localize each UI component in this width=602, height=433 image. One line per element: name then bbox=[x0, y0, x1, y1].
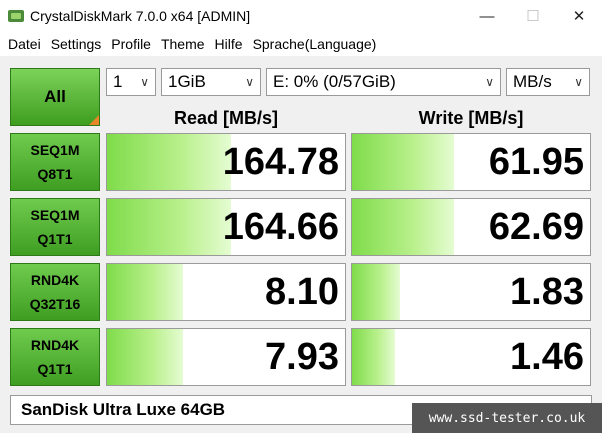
drive-value: E: 0% (0/57GiB) bbox=[273, 72, 396, 91]
watermark: www.ssd-tester.co.uk bbox=[412, 403, 602, 433]
test-count-select[interactable]: 1 ∨ bbox=[106, 68, 156, 96]
corner-marker-icon bbox=[89, 115, 99, 125]
read-value: 164.78 bbox=[222, 141, 339, 183]
write-result-cell: 1.46 bbox=[351, 328, 591, 386]
read-result-cell: 164.66 bbox=[106, 198, 346, 256]
read-value: 8.10 bbox=[265, 271, 339, 313]
write-value: 1.83 bbox=[510, 271, 584, 313]
test-params: Q1T1 bbox=[37, 231, 73, 247]
test-params: Q8T1 bbox=[37, 166, 73, 182]
read-progress-bar bbox=[107, 134, 231, 190]
benchmark-panel: All 1 ∨ 1GiB ∨ E: 0% (0/57GiB) ∨ MB/s ∨ … bbox=[0, 56, 602, 433]
menu-hilfe[interactable]: Hilfe bbox=[211, 32, 247, 56]
write-progress-bar bbox=[352, 264, 400, 320]
test-params: Q1T1 bbox=[37, 361, 73, 377]
window-controls: — ☐ ✕ bbox=[464, 0, 602, 32]
write-value: 61.95 bbox=[488, 141, 584, 183]
read-value: 7.93 bbox=[265, 336, 339, 378]
write-result-cell: 1.83 bbox=[351, 263, 591, 321]
minimize-button[interactable]: — bbox=[464, 0, 510, 32]
write-column-header: Write [MB/s] bbox=[418, 108, 524, 128]
run-all-button[interactable]: All bbox=[10, 68, 100, 126]
test-seq1m-q8t1-button[interactable]: SEQ1M Q8T1 bbox=[10, 133, 100, 191]
test-count-value: 1 bbox=[113, 72, 123, 91]
menu-settings[interactable]: Settings bbox=[47, 32, 106, 56]
run-all-label: All bbox=[44, 87, 66, 106]
write-result-cell: 62.69 bbox=[351, 198, 591, 256]
write-progress-bar bbox=[352, 329, 395, 385]
read-progress-bar bbox=[107, 264, 184, 320]
menu-theme[interactable]: Theme bbox=[157, 32, 209, 56]
chevron-down-icon: ∨ bbox=[140, 75, 149, 89]
menu-profile[interactable]: Profile bbox=[107, 32, 155, 56]
close-button[interactable]: ✕ bbox=[556, 0, 602, 32]
app-disk-icon bbox=[8, 8, 24, 24]
read-progress-bar bbox=[107, 329, 184, 385]
menu-language[interactable]: Sprache(Language) bbox=[249, 32, 381, 56]
read-result-cell: 7.93 bbox=[106, 328, 346, 386]
test-name: RND4K bbox=[30, 337, 80, 353]
menu-bar: Datei Settings Profile Theme Hilfe Sprac… bbox=[0, 32, 602, 56]
drive-select[interactable]: E: 0% (0/57GiB) ∨ bbox=[266, 68, 501, 96]
write-result-cell: 61.95 bbox=[351, 133, 591, 191]
maximize-button[interactable]: ☐ bbox=[510, 0, 556, 32]
write-value: 62.69 bbox=[488, 206, 584, 248]
write-progress-bar bbox=[352, 134, 455, 190]
test-params: Q32T16 bbox=[29, 296, 81, 312]
test-name: SEQ1M bbox=[30, 142, 80, 158]
test-name: SEQ1M bbox=[30, 207, 80, 223]
read-result-cell: 8.10 bbox=[106, 263, 346, 321]
test-rnd4k-q1t1-button[interactable]: RND4K Q1T1 bbox=[10, 328, 100, 386]
test-name: RND4K bbox=[30, 272, 80, 288]
read-value: 164.66 bbox=[222, 206, 339, 248]
chevron-down-icon: ∨ bbox=[574, 75, 583, 89]
unit-value: MB/s bbox=[513, 72, 552, 91]
unit-select[interactable]: MB/s ∨ bbox=[506, 68, 590, 96]
write-progress-bar bbox=[352, 199, 455, 255]
read-progress-bar bbox=[107, 199, 231, 255]
chevron-down-icon: ∨ bbox=[245, 75, 254, 89]
title-bar: CrystalDiskMark 7.0.0 x64 [ADMIN] — ☐ ✕ bbox=[0, 0, 602, 32]
window-title: CrystalDiskMark 7.0.0 x64 [ADMIN] bbox=[30, 8, 251, 24]
test-rnd4k-q32t16-button[interactable]: RND4K Q32T16 bbox=[10, 263, 100, 321]
write-value: 1.46 bbox=[510, 336, 584, 378]
read-result-cell: 164.78 bbox=[106, 133, 346, 191]
read-column-header: Read [MB/s] bbox=[173, 108, 278, 128]
menu-datei[interactable]: Datei bbox=[4, 32, 45, 56]
test-size-value: 1GiB bbox=[168, 72, 206, 91]
drive-model-text: SanDisk Ultra Luxe 64GB bbox=[21, 400, 226, 419]
test-seq1m-q1t1-button[interactable]: SEQ1M Q1T1 bbox=[10, 198, 100, 256]
test-size-select[interactable]: 1GiB ∨ bbox=[161, 68, 261, 96]
chevron-down-icon: ∨ bbox=[485, 75, 494, 89]
